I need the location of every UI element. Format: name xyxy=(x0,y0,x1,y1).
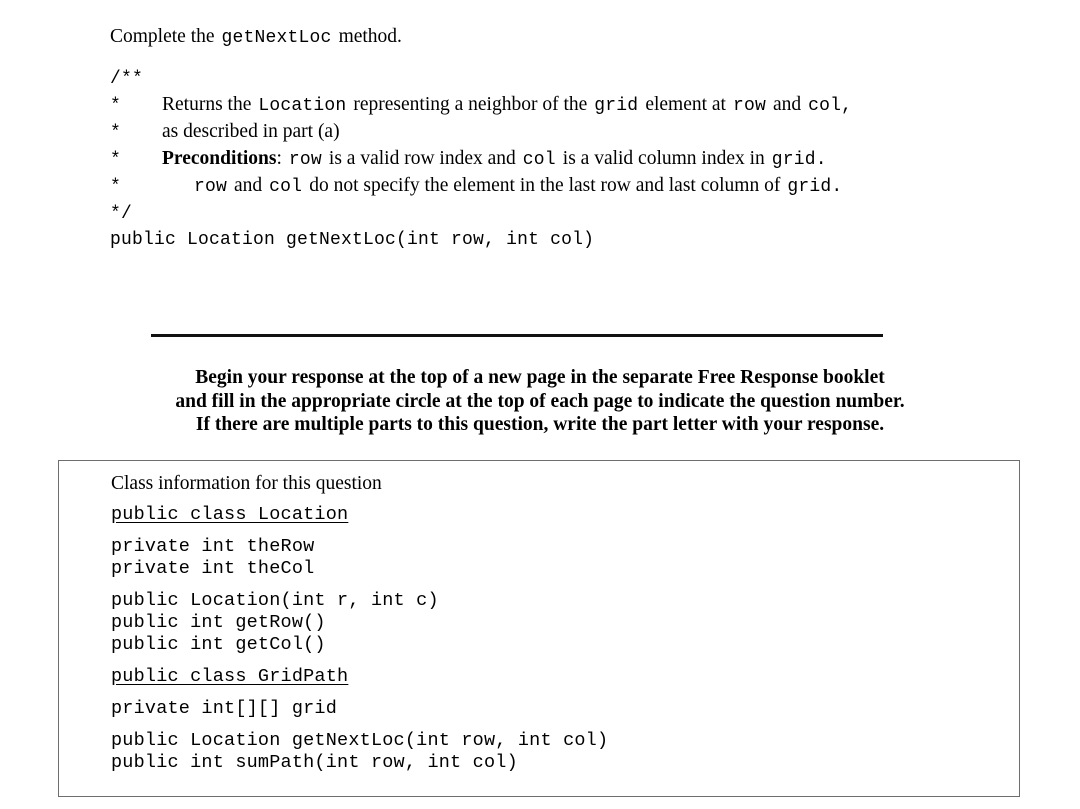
javadoc-prose-token: and xyxy=(773,94,802,115)
javadoc-prose-token: is a valid column index in xyxy=(562,148,765,169)
javadoc-prose-token: : xyxy=(276,148,282,169)
class-member-line: public Location(int r, int c) xyxy=(111,590,439,611)
javadoc-prose-token: is a valid row index and xyxy=(328,148,516,169)
javadoc-open-delimiter: /** xyxy=(110,69,144,89)
class-member-line: private int[][] grid xyxy=(111,698,338,719)
javadoc-prose-token: as described in part (a) xyxy=(162,121,340,142)
javadoc-line: * Returns the Location representing a neigh… xyxy=(110,91,1010,118)
javadoc-line: * Preconditions: row is a valid row index a… xyxy=(110,145,1010,172)
javadoc-code-token: grid. xyxy=(787,177,843,197)
method-signature: public Location getNextLoc(int row, int … xyxy=(110,230,595,250)
document-page: Complete the getNextLoc method. /** * Retur… xyxy=(0,0,1080,809)
class-member-line: public int sumPath(int row, int col) xyxy=(111,752,518,773)
instruction-line: If there are multiple parts to this ques… xyxy=(195,414,885,436)
javadoc-prose-token: element at xyxy=(645,94,726,115)
javadoc-prose-token: Returns the xyxy=(162,94,252,115)
javadoc-code-token: row xyxy=(732,96,766,116)
javadoc-line: * as described in part (a) xyxy=(110,118,1010,145)
javadoc-code-token: row xyxy=(194,177,228,197)
instruction-line: and fill in the appropriate circle at th… xyxy=(175,390,905,412)
code-group-spacer xyxy=(111,580,991,590)
intro-text-before: Complete the xyxy=(110,26,215,47)
response-instructions: Begin your response at the top of a new … xyxy=(0,366,1080,437)
horizontal-divider xyxy=(151,334,883,337)
class-member-line: public Location getNextLoc(int row, int … xyxy=(111,730,609,751)
javadoc-code-token: Location xyxy=(258,96,347,116)
class-box-code-listing: public class Location private int theRow p… xyxy=(111,504,991,774)
code-group-spacer xyxy=(111,720,991,730)
javadoc-close-row: */ xyxy=(110,199,1010,226)
class-box-heading: Class information for this question xyxy=(111,473,382,494)
javadoc-code-token: col xyxy=(269,177,303,197)
instruction-line: Begin your response at the top of a new … xyxy=(195,367,885,388)
javadoc-open-row: /** xyxy=(110,64,1010,91)
code-group-spacer xyxy=(111,526,991,536)
intro-method-name: getNextLoc xyxy=(221,28,332,48)
intro-text-after: method. xyxy=(338,26,402,47)
javadoc-code-token: col xyxy=(522,150,556,170)
javadoc-star: * xyxy=(110,150,121,170)
javadoc-code-token: col, xyxy=(808,96,853,116)
javadoc-code-token: grid. xyxy=(771,150,827,170)
code-group-spacer xyxy=(111,688,991,698)
javadoc-close-delimiter: */ xyxy=(110,204,133,224)
class-declaration-line: public class Location xyxy=(111,504,349,525)
javadoc-comment-block: /** * Returns the Location representing a n… xyxy=(110,64,1010,226)
class-declaration-line: public class GridPath xyxy=(111,666,349,687)
class-member-line: private int theRow xyxy=(111,536,315,557)
class-member-line: private int theCol xyxy=(111,558,315,579)
javadoc-line: * row and col do not specify the element in … xyxy=(110,172,1010,199)
class-information-box: Class information for this question publ… xyxy=(58,460,1020,797)
javadoc-prose-token: do not specify the element in the last r… xyxy=(309,175,781,196)
code-group-spacer xyxy=(111,656,991,666)
javadoc-prose-token: representing a neighbor of the xyxy=(353,94,588,115)
class-member-line: public int getCol() xyxy=(111,634,326,655)
javadoc-star: * xyxy=(110,96,121,116)
javadoc-code-token: row xyxy=(288,150,322,170)
javadoc-prose-token: and xyxy=(234,175,263,196)
javadoc-star: * xyxy=(110,177,121,197)
javadoc-preconditions-label: Preconditions xyxy=(162,148,277,169)
class-member-line: public int getRow() xyxy=(111,612,326,633)
javadoc-code-token: grid xyxy=(594,96,639,116)
intro-sentence: Complete the getNextLoc method. xyxy=(110,24,402,51)
javadoc-star: * xyxy=(110,123,121,143)
